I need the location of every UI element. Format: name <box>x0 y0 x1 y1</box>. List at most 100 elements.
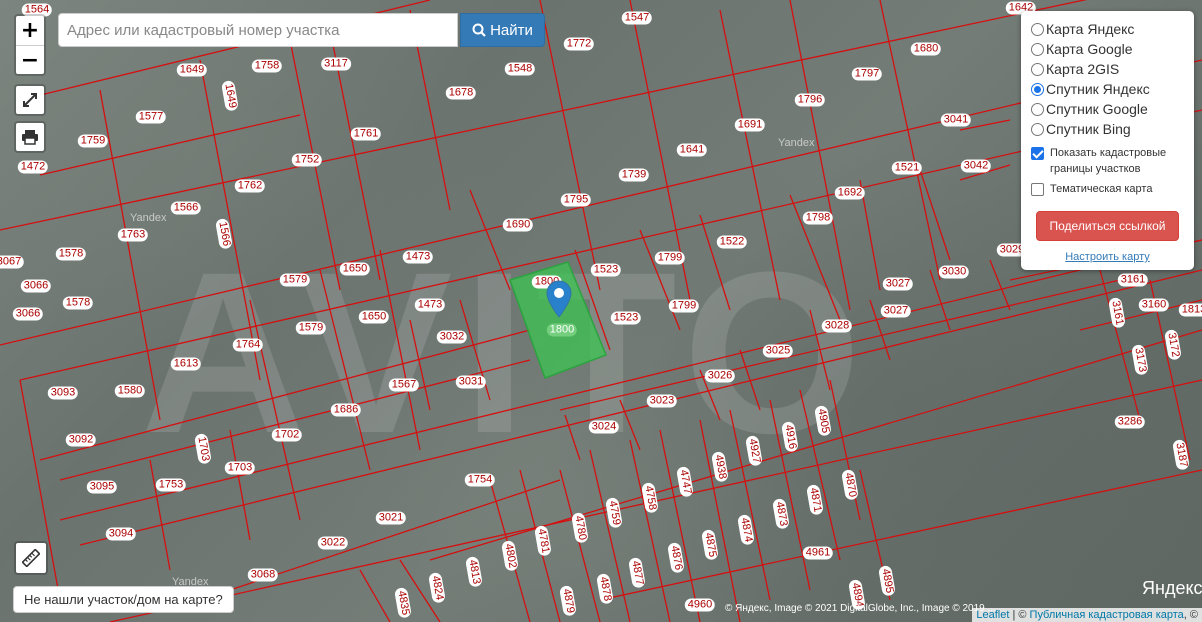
zoom-in-button[interactable]: + <box>16 16 44 45</box>
parcel-label[interactable]: 1578 <box>55 247 87 261</box>
layer-radio[interactable] <box>1031 102 1044 116</box>
parcel-label[interactable]: 3027 <box>880 304 912 318</box>
parcel-label[interactable]: 1566 <box>170 201 202 215</box>
parcel-label[interactable]: 3028 <box>821 319 853 333</box>
parcel-label[interactable]: 1758 <box>251 59 283 73</box>
parcel-label[interactable]: 3021 <box>375 511 407 525</box>
thematic-map-checkbox[interactable] <box>1031 183 1044 196</box>
parcel-label[interactable]: 3026 <box>704 369 736 383</box>
parcel-label[interactable]: 3067 <box>0 255 25 269</box>
location-marker-icon[interactable] <box>546 280 572 318</box>
layer-option[interactable]: Карта Яндекс <box>1031 19 1184 39</box>
parcel-label[interactable]: 1547 <box>621 11 653 25</box>
parcel-label[interactable]: 1813 <box>1178 303 1202 317</box>
fullscreen-button[interactable] <box>14 84 46 116</box>
parcel-label[interactable]: 3066 <box>12 307 44 321</box>
parcel-label[interactable]: 1772 <box>563 37 595 51</box>
search-button[interactable]: Найти <box>460 13 545 47</box>
parcel-label[interactable]: 1796 <box>794 93 826 107</box>
parcel-label[interactable]: 3032 <box>436 330 468 344</box>
map-settings-link[interactable]: Настроить карту <box>1031 251 1184 263</box>
parcel-label[interactable]: 1650 <box>358 310 390 324</box>
parcel-label[interactable]: 3041 <box>940 113 972 127</box>
parcel-label[interactable]: 1473 <box>414 298 446 312</box>
leaflet-link[interactable]: Leaflet <box>976 609 1009 621</box>
parcel-label[interactable]: 3030 <box>938 265 970 279</box>
parcel-label[interactable]: 3042 <box>960 159 992 173</box>
show-boundaries-option[interactable]: Показать кадастровые границы участков <box>1031 145 1184 177</box>
parcel-label[interactable]: 1799 <box>654 251 686 265</box>
parcel-label[interactable]: 1678 <box>445 86 477 100</box>
parcel-label[interactable]: 1649 <box>176 63 208 77</box>
zoom-out-button[interactable]: − <box>16 45 44 74</box>
parcel-label[interactable]: 1759 <box>77 134 109 148</box>
parcel-label[interactable]: 3022 <box>317 536 349 550</box>
parcel-label[interactable]: 1579 <box>295 321 327 335</box>
layer-option[interactable]: Карта 2GIS <box>1031 59 1184 79</box>
pkk-link[interactable]: Публичная кадастровая карта <box>1030 609 1184 621</box>
parcel-label[interactable]: 3066 <box>20 279 52 293</box>
parcel-label[interactable]: 3161 <box>1117 273 1149 287</box>
parcel-label[interactable]: 3286 <box>1114 415 1146 429</box>
parcel-label[interactable]: 1752 <box>291 153 323 167</box>
layer-option[interactable]: Спутник Яндекс <box>1031 79 1184 99</box>
not-found-button[interactable]: Не нашли участок/дом на карте? <box>13 586 234 613</box>
parcel-label[interactable]: 3093 <box>47 386 79 400</box>
parcel-label[interactable]: 3024 <box>588 420 620 434</box>
layer-radio[interactable] <box>1031 62 1044 76</box>
parcel-label[interactable]: 3068 <box>247 568 279 582</box>
parcel-label[interactable]: 1578 <box>62 296 94 310</box>
parcel-label[interactable]: 3025 <box>762 344 794 358</box>
parcel-label[interactable]: 1764 <box>232 338 264 352</box>
ruler-button[interactable] <box>14 541 48 575</box>
parcel-label[interactable]: 1762 <box>234 179 266 193</box>
parcel-label[interactable]: 1798 <box>802 211 834 225</box>
parcel-label[interactable]: 3027 <box>882 277 914 291</box>
parcel-label[interactable]: 1797 <box>851 67 883 81</box>
parcel-label[interactable]: 4960 <box>684 598 716 612</box>
layer-option[interactable]: Спутник Bing <box>1031 119 1184 139</box>
layer-option[interactable]: Карта Google <box>1031 39 1184 59</box>
parcel-label[interactable]: 1799 <box>668 299 700 313</box>
parcel-label[interactable]: 1686 <box>330 403 362 417</box>
parcel-label[interactable]: 3023 <box>646 394 678 408</box>
parcel-label[interactable]: 1521 <box>891 161 923 175</box>
parcel-label[interactable]: 1548 <box>504 62 536 76</box>
parcel-label[interactable]: 1523 <box>610 311 642 325</box>
layer-radio[interactable] <box>1031 22 1044 36</box>
parcel-label[interactable]: 1691 <box>734 118 766 132</box>
parcel-label[interactable]: 1472 <box>17 160 49 174</box>
parcel-label[interactable]: 1523 <box>590 263 622 277</box>
parcel-label[interactable]: 1577 <box>135 110 167 124</box>
layer-radio[interactable] <box>1031 122 1044 136</box>
parcel-label[interactable]: 1795 <box>560 193 592 207</box>
parcel-label[interactable]: 4961 <box>802 546 834 560</box>
parcel-label[interactable]: 1692 <box>834 186 866 200</box>
print-button[interactable] <box>14 121 46 153</box>
parcel-label[interactable]: 3092 <box>65 433 97 447</box>
parcel-label[interactable]: 3160 <box>1138 298 1170 312</box>
parcel-label[interactable]: 1613 <box>170 357 202 371</box>
parcel-label[interactable]: 1754 <box>464 473 496 487</box>
parcel-label[interactable]: 1753 <box>155 478 187 492</box>
show-boundaries-checkbox[interactable] <box>1031 147 1044 160</box>
parcel-label[interactable]: 1567 <box>388 378 420 392</box>
layer-radio[interactable] <box>1031 82 1044 96</box>
search-input[interactable] <box>58 13 458 47</box>
layer-radio[interactable] <box>1031 42 1044 56</box>
parcel-label[interactable]: 1702 <box>271 428 303 442</box>
parcel-label[interactable]: 1579 <box>279 273 311 287</box>
parcel-label[interactable]: 1739 <box>618 168 650 182</box>
highlighted-parcel-label[interactable]: 1800 <box>546 323 578 337</box>
parcel-label[interactable]: 1703 <box>224 461 256 475</box>
parcel-label[interactable]: 1680 <box>910 42 942 56</box>
parcel-label[interactable]: 1763 <box>117 228 149 242</box>
share-link-button[interactable]: Поделиться ссылкой <box>1036 211 1179 241</box>
parcel-label[interactable]: 3095 <box>86 480 118 494</box>
parcel-label[interactable]: 1522 <box>716 235 748 249</box>
parcel-label[interactable]: 1473 <box>402 250 434 264</box>
parcel-label[interactable]: 1580 <box>114 384 146 398</box>
parcel-label[interactable]: 1761 <box>350 127 382 141</box>
parcel-label[interactable]: 1690 <box>502 218 534 232</box>
thematic-map-option[interactable]: Тематическая карта <box>1031 181 1184 197</box>
